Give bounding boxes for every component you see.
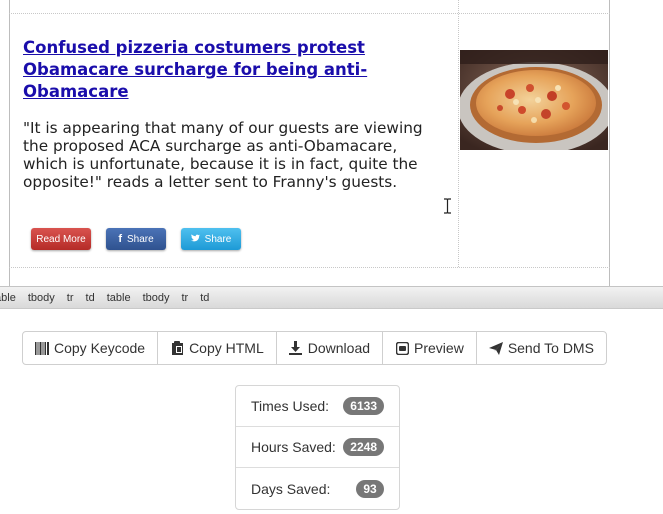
download-label: Download [307, 340, 371, 356]
stat-badge: 6133 [343, 397, 384, 415]
read-more-button[interactable]: Read More [31, 228, 91, 250]
download-button[interactable]: Download [277, 332, 384, 364]
path-item[interactable]: tbody [143, 292, 170, 304]
stat-label: Hours Saved: [251, 439, 336, 455]
copy-html-label: Copy HTML [189, 340, 264, 356]
clipboard-icon [170, 341, 184, 355]
path-item[interactable]: td [200, 292, 209, 304]
copy-keycode-label: Copy Keycode [54, 340, 146, 356]
article-body-text[interactable]: "It is appearing that many of our guests… [23, 119, 443, 191]
send-to-dms-label: Send To DMS [507, 340, 594, 356]
element-path-bar: table tbody tr td table tbody tr td [0, 286, 663, 309]
list-item: Hours Saved: 2248 [236, 427, 399, 468]
email-editor-canvas[interactable]: Confused pizzeria costumers protest Obam… [0, 0, 663, 286]
usage-stats-list: Times Used: 6133 Hours Saved: 2248 Days … [235, 385, 400, 510]
text-cursor-icon [443, 198, 452, 214]
read-more-label: Read More [36, 233, 86, 245]
column-guide [458, 0, 459, 267]
twitter-bird-icon [190, 234, 200, 244]
stat-label: Days Saved: [251, 480, 331, 497]
barcode-icon [35, 341, 49, 355]
path-item[interactable]: tr [67, 292, 74, 304]
path-item[interactable]: td [86, 292, 95, 304]
stat-badge: 93 [356, 479, 384, 498]
preview-label: Preview [414, 340, 464, 356]
preview-button[interactable]: Preview [383, 332, 477, 364]
path-item[interactable]: table [107, 292, 131, 304]
send-to-dms-button[interactable]: Send To DMS [477, 332, 606, 364]
article-title-link[interactable]: Confused pizzeria costumers protest Obam… [23, 37, 443, 103]
path-item[interactable]: tbody [28, 292, 55, 304]
twitter-share-button[interactable]: Share [181, 228, 241, 250]
download-icon [289, 341, 303, 355]
action-toolbar: Copy Keycode Copy HTML Download Preview … [22, 331, 607, 365]
twitter-share-label: Share [204, 233, 232, 245]
table-guide-top [9, 13, 610, 14]
list-item: Days Saved: 93 [236, 468, 399, 509]
facebook-share-button[interactable]: f Share [106, 228, 166, 250]
facebook-share-label: Share [126, 233, 154, 245]
stat-label: Times Used: [251, 398, 330, 414]
preview-icon [395, 341, 409, 355]
copy-keycode-button[interactable]: Copy Keycode [23, 332, 159, 364]
path-item[interactable]: tr [181, 292, 188, 304]
copy-html-button[interactable]: Copy HTML [158, 332, 277, 364]
pizza-photo[interactable] [460, 50, 608, 150]
stat-badge: 2248 [343, 438, 384, 456]
list-item: Times Used: 6133 [236, 386, 399, 427]
path-item[interactable]: table [0, 292, 16, 304]
send-icon [488, 341, 503, 355]
facebook-icon: f [118, 233, 122, 245]
table-guide-bottom [9, 267, 610, 268]
